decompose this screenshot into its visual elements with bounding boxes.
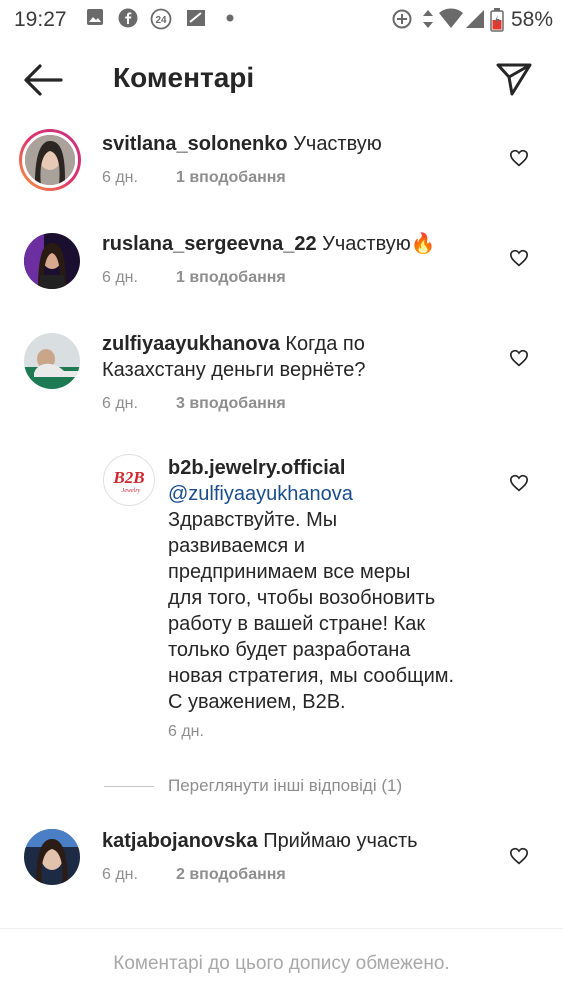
arrow-left-icon[interactable] [22,62,64,98]
reply-line: новая стратегия, мы сообщим. [168,665,455,687]
data-saver-icon [392,9,412,29]
heart-icon[interactable] [509,149,529,167]
avatar[interactable] [24,829,80,885]
heart-icon[interactable] [509,474,529,492]
reply-line: работу в вашей стране! Как [168,613,426,635]
reply-line: Здравствуйте. Мы [168,509,338,531]
data-arrows-icon [423,10,433,28]
comment-username[interactable]: ruslana_sergeevna_22 [102,233,317,255]
svg-text:24: 24 [155,15,167,26]
header: Коментарі [0,38,563,122]
b2b-logo-subtext: Jewelry [122,488,141,494]
comment-time: 6 дн. [102,866,138,883]
comment-likes[interactable]: 2 вподобання [176,866,286,883]
comment-time: 6 дн. [102,395,138,412]
image-icon [87,9,103,25]
battery-icon [490,8,504,32]
comment-text: Участвую🔥 [322,233,436,255]
comment-text: Участвую [293,133,382,155]
heart-icon[interactable] [509,349,529,367]
reply-line: С уважением, B2B. [168,691,346,713]
comment-username[interactable]: svitlana_solonenko [102,133,288,155]
comment-time: 6 дн. [102,169,138,186]
comment-likes[interactable]: 3 вподобання [176,395,286,412]
reply-line: только будет разработана [168,639,411,661]
profile-photo [24,233,80,289]
comments-footer: Коментарі до цього допису обмежено. [0,928,563,1001]
comment-text: Приймаю участь [263,830,418,852]
wifi-icon [439,8,463,28]
b2b-logo-text: B2B [112,468,144,487]
dot-icon [226,14,234,22]
heart-icon[interactable] [509,847,529,865]
comment-username[interactable]: katjabojanovska [102,830,258,852]
view-replies-label[interactable]: Переглянути інші відповіді (1) [168,776,402,796]
status-bar: 19:27 24 58% [0,0,563,38]
signal-box-icon [187,10,205,26]
comment-text-cont: Казахстану деньги вернёте? [102,359,366,381]
comments-limited-message: Коментарі до цього допису обмежено. [113,953,450,974]
comment-time: 6 дн. [102,269,138,286]
avatar[interactable] [24,233,80,289]
status-time: 19:27 [14,8,67,31]
reply-line: развиваемся и [168,535,305,557]
cell-signal-icon [466,10,484,28]
comment-username[interactable]: zulfiyaayukhanova [102,333,280,355]
reply-username[interactable]: b2b.jewelry.official [168,455,528,481]
comment-likes[interactable]: 1 вподобання [176,269,286,286]
reply-mention[interactable]: @zulfiyaayukhanova [168,481,528,507]
reply-line: для того, чтобы возобновить [168,587,436,609]
profile-photo [24,829,80,885]
comment-likes[interactable]: 1 вподобання [176,169,286,186]
reply-line: предпринимаем все меры [168,561,411,583]
heart-icon[interactable] [509,249,529,267]
profile-photo [25,135,75,185]
page-title: Коментарі [113,62,255,93]
view-replies[interactable]: Переглянути інші відповіді (1) [104,776,484,796]
comment-text: Когда по [285,333,365,355]
send-icon[interactable] [495,60,533,98]
b2b-logo: B2B Jewelry [112,468,144,494]
reply-time: 6 дн. [168,723,204,740]
profile-photo [24,333,80,389]
badge-24-icon: 24 [150,8,172,30]
facebook-icon [118,8,138,28]
avatar[interactable] [24,333,80,389]
avatar[interactable] [19,129,81,191]
battery-percent: 58% [510,8,553,31]
divider [104,786,154,787]
avatar[interactable]: B2B Jewelry [103,454,155,506]
